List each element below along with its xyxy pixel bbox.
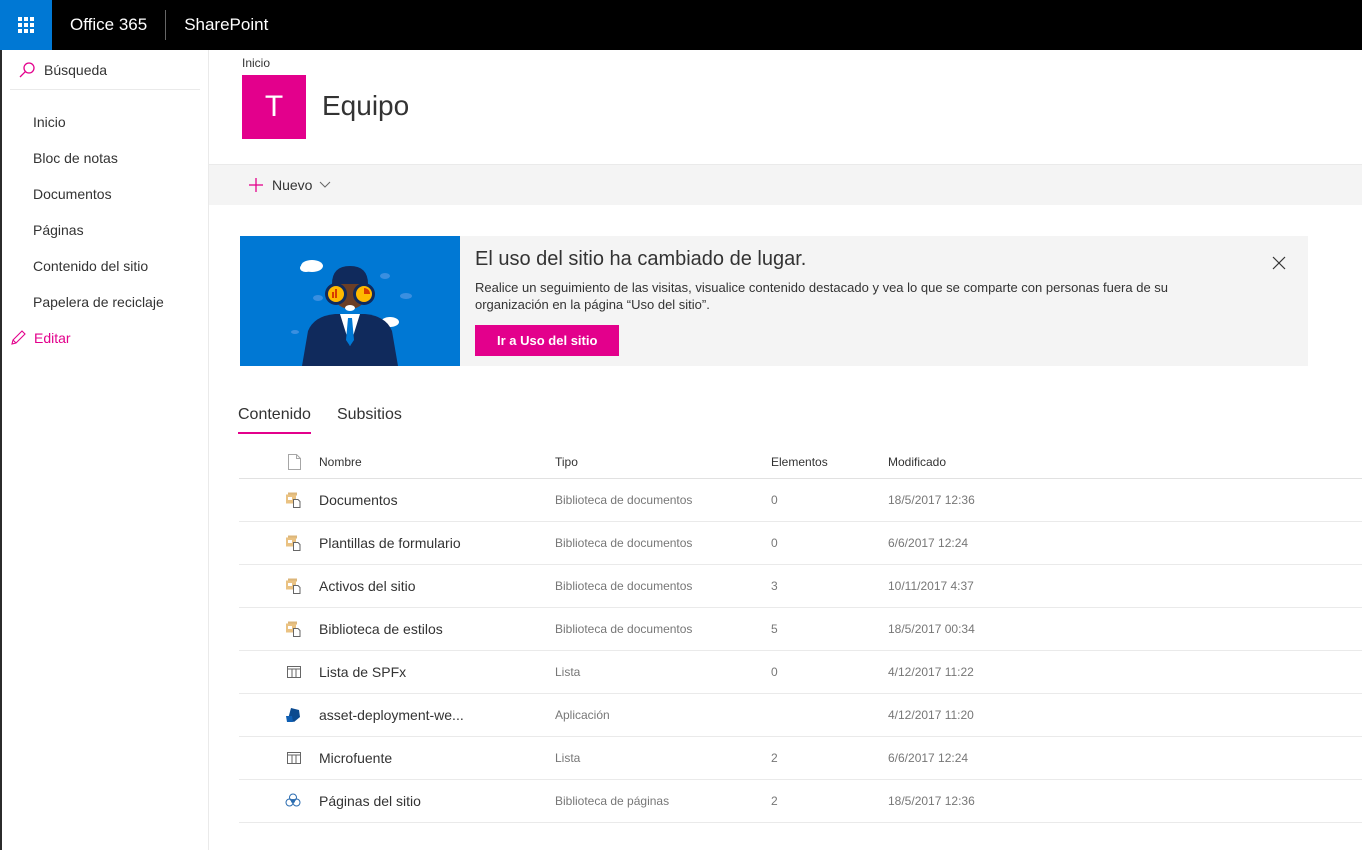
table-header: Nombre Tipo Elementos Modificado — [239, 445, 1362, 479]
column-header-modified[interactable]: Modificado — [888, 455, 1088, 469]
item-modified: 18/5/2017 12:36 — [888, 493, 975, 507]
edit-label: Editar — [34, 330, 71, 346]
item-modified: 6/6/2017 12:24 — [888, 536, 969, 550]
item-type: Lista — [555, 665, 581, 679]
item-modified: 18/5/2017 00:34 — [888, 622, 975, 636]
nav-item-papelera[interactable]: Papelera de reciclaje — [2, 284, 208, 320]
tab-subsitios[interactable]: Subsitios — [337, 406, 402, 434]
content-tabs: Contenido Subsitios — [238, 406, 428, 434]
table-row[interactable]: Páginas del sitio Biblioteca de páginas 2 1… — [239, 780, 1362, 823]
close-icon[interactable] — [1272, 256, 1286, 270]
item-type: Biblioteca de documentos — [555, 579, 693, 593]
item-count: 5 — [771, 622, 778, 636]
item-name-link[interactable]: Documentos — [319, 492, 555, 508]
banner-text: Realice un seguimiento de las visitas, v… — [475, 280, 1169, 312]
item-type: Biblioteca de documentos — [555, 622, 693, 636]
search-label: Búsqueda — [44, 61, 108, 78]
nav-list: Inicio Bloc de notas Documentos Páginas … — [2, 104, 208, 356]
item-name-link[interactable]: Páginas del sitio — [319, 793, 555, 809]
search-icon — [19, 61, 35, 77]
item-type: Aplicación — [555, 708, 610, 722]
search-box[interactable]: Búsqueda — [10, 50, 200, 90]
site-pages-icon — [239, 793, 319, 809]
file-type-header[interactable] — [239, 453, 319, 470]
item-name-link[interactable]: Lista de SPFx — [319, 664, 555, 680]
nav-item-inicio[interactable]: Inicio — [2, 104, 208, 140]
nav-item-documentos[interactable]: Documentos — [2, 176, 208, 212]
item-modified: 4/12/2017 11:22 — [888, 665, 974, 679]
table-row[interactable]: Biblioteca de estilos Biblioteca de docum… — [239, 608, 1362, 651]
chevron-down-icon — [320, 181, 331, 188]
office365-link[interactable]: Office 365 — [52, 15, 165, 35]
site-usage-banner: El uso del sitio ha cambiado de lugar. R… — [240, 236, 1308, 366]
sharepoint-link[interactable]: SharePoint — [166, 15, 268, 35]
item-modified: 18/5/2017 12:36 — [888, 794, 975, 808]
item-type: Biblioteca de documentos — [555, 493, 693, 507]
document-library-icon — [239, 492, 319, 508]
app-launcher-button[interactable] — [0, 0, 52, 50]
item-count: 3 — [771, 579, 778, 593]
list-icon — [239, 666, 319, 678]
edit-links-button[interactable]: Editar — [2, 320, 208, 356]
item-count: 0 — [771, 493, 778, 507]
item-modified: 6/6/2017 12:24 — [888, 751, 969, 765]
column-header-name[interactable]: Nombre — [319, 455, 555, 469]
table-row[interactable]: Plantillas de formulario Biblioteca de do… — [239, 522, 1362, 565]
table-row[interactable]: Microfuente Lista 2 6/6/2017 12:24 — [239, 737, 1362, 780]
item-count: 0 — [771, 665, 778, 679]
list-icon — [239, 752, 319, 764]
new-label: Nuevo — [272, 177, 313, 193]
nav-item-contenido-del-sitio[interactable]: Contenido del sitio — [2, 248, 208, 284]
item-name-link[interactable]: Biblioteca de estilos — [319, 621, 555, 637]
item-type: Lista — [555, 751, 581, 765]
tab-contenido[interactable]: Contenido — [238, 406, 311, 434]
item-name-link[interactable]: Microfuente — [319, 750, 555, 766]
app-icon — [239, 707, 319, 723]
item-type: Biblioteca de documentos — [555, 536, 693, 550]
plus-icon — [249, 178, 263, 192]
breadcrumb[interactable]: Inicio — [242, 56, 270, 70]
site-title: Equipo — [322, 90, 410, 121]
item-count: 2 — [771, 751, 778, 765]
suite-bar: Office 365 SharePoint — [0, 0, 1362, 50]
document-library-icon — [239, 621, 319, 637]
item-name-link[interactable]: Plantillas de formulario — [319, 535, 555, 551]
table-row[interactable]: Lista de SPFx Lista 0 4/12/2017 11:22 — [239, 651, 1362, 694]
document-library-icon — [239, 578, 319, 594]
nav-item-bloc-de-notas[interactable]: Bloc de notas — [2, 140, 208, 176]
item-modified: 10/11/2017 4:37 — [888, 579, 974, 593]
item-count: 2 — [771, 794, 778, 808]
column-header-count[interactable]: Elementos — [771, 455, 888, 469]
table-row[interactable]: Activos del sitio Biblioteca de documento… — [239, 565, 1362, 608]
item-name-link[interactable]: asset-deployment-we... — [319, 707, 555, 723]
item-modified: 4/12/2017 11:20 — [888, 708, 974, 722]
table-row[interactable]: asset-deployment-we... Aplicación 4/12/201… — [239, 694, 1362, 737]
new-button[interactable]: Nuevo — [248, 177, 331, 193]
pencil-icon — [11, 330, 26, 345]
item-type: Biblioteca de páginas — [555, 794, 670, 808]
file-icon — [288, 453, 301, 470]
item-name-link[interactable]: Activos del sitio — [319, 578, 555, 594]
document-library-icon — [239, 535, 319, 551]
banner-body: El uso del sitio ha cambiado de lugar. R… — [460, 236, 1308, 366]
command-bar: Nuevo — [209, 164, 1362, 205]
banner-title: El uso del sitio ha cambiado de lugar. — [475, 248, 807, 270]
main-content: Inicio T Equipo Nuevo El uso del sitio h… — [209, 50, 1362, 850]
site-logo[interactable]: T — [242, 75, 306, 139]
nav-item-paginas[interactable]: Páginas — [2, 212, 208, 248]
left-nav: Búsqueda Inicio Bloc de notas Documentos… — [0, 50, 209, 850]
site-contents-table: Nombre Tipo Elementos Modificado Documen… — [239, 445, 1362, 823]
table-row[interactable]: Documentos Biblioteca de documentos 0 18/5/… — [239, 479, 1362, 522]
waffle-icon — [18, 17, 34, 33]
binoculars-illustration — [240, 236, 460, 366]
column-header-type[interactable]: Tipo — [555, 455, 771, 469]
go-to-site-usage-button[interactable]: Ir a Uso del sitio — [475, 325, 620, 356]
item-count: 0 — [771, 536, 778, 550]
